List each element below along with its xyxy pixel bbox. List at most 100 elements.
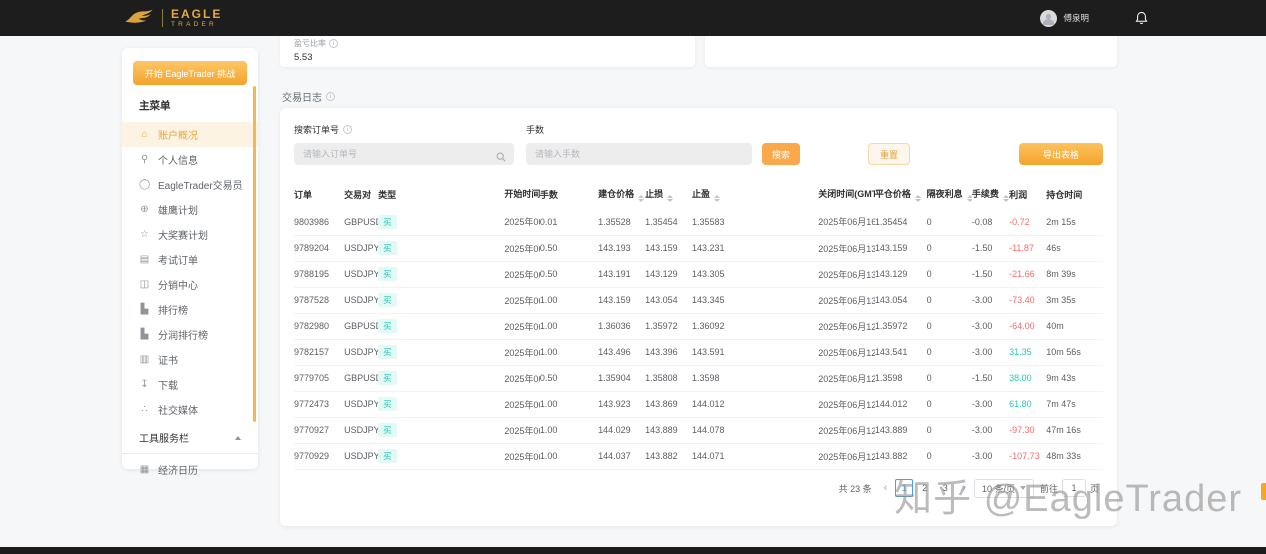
sort-icon[interactable] [714,195,720,202]
cell-close-time: 2025年06月16日 03:08:05 [818,209,875,235]
table-row[interactable]: 9772473 USDJPY 买 2025年06月12日 09:15:38 1.… [294,391,1103,417]
sidebar-item-label: EagleTrader交易员 [158,177,243,192]
sidebar-item[interactable]: ▤ 考试订单 [122,247,258,272]
pagination-total: 共 23 条 [839,482,872,495]
cell-open-time: 2025年06月13日 03:55:44 [504,261,540,287]
cell-type: 买 [378,339,504,365]
avatar[interactable] [1040,10,1057,27]
column-header[interactable]: 手续费 [972,181,1009,209]
table-row[interactable]: 9779705 GBPUSD 买 2025年06月12日 14:20:20 0.… [294,365,1103,391]
column-header[interactable]: 利润 [1009,181,1046,209]
cell-profit: -64.00 [1009,313,1046,339]
cell-close-price: 1.35972 [875,313,927,339]
cell-swap: 0 [927,235,972,261]
start-challenge-button[interactable]: 开始 EagleTrader 挑战 [133,61,247,85]
info-icon[interactable] [343,125,352,134]
user-menu[interactable]: 傅泉明 [1040,10,1089,27]
cell-type: 买 [378,209,504,235]
info-icon[interactable] [329,39,338,48]
cell-profit: -97.30 [1009,417,1046,443]
cell-lots: 1.00 [540,339,598,365]
page-button[interactable]: 3 [936,479,954,497]
sidebar-item[interactable]: ⚲ 个人信息 [122,147,258,172]
cell-close-time: 2025年06月12日 09:23:25 [818,391,875,417]
column-header[interactable]: 手数 [540,181,598,209]
column-header[interactable]: 隔夜利息 [927,181,972,209]
search-button[interactable]: 搜索 [762,143,800,165]
sidebar-item[interactable]: ▙ 排行榜 [122,297,258,322]
table-row[interactable]: 9770927 USDJPY 买 2025年06月12日 06:36:47 1.… [294,417,1103,443]
sidebar-item[interactable]: ⌂ 账户概况 [122,122,258,147]
reset-button[interactable]: 重置 [868,143,910,165]
sidebar-scrollbar[interactable] [253,86,256,422]
sort-icon[interactable] [667,195,673,202]
jump-page-input[interactable] [1062,479,1086,497]
sidebar-item[interactable]: ◯ EagleTrader交易员 [122,172,258,197]
cell-take-profit: 144.012 [692,391,818,417]
lots-input[interactable] [526,143,752,165]
cell-open-time: 2025年06月12日 09:15:38 [504,391,540,417]
page-button[interactable]: 2 [916,479,934,497]
sidebar-section-main: 主菜单 [122,85,258,122]
order-number-input[interactable] [294,143,514,165]
cell-pair: USDJPY [344,391,378,417]
sidebar-item[interactable]: ▦ 经济日历 [122,457,258,482]
cell-pair: USDJPY [344,443,378,469]
column-header[interactable]: 交易对 [344,181,378,209]
cell-open-time: 2025年06月13日 05:04:00 [504,235,540,261]
cell-stop-loss: 143.889 [645,417,692,443]
sidebar-item[interactable]: ↧ 下载 [122,372,258,397]
podium-icon: ▙ [139,329,150,340]
bottom-bar [0,547,1266,554]
column-header[interactable]: 平仓价格 [875,181,927,209]
next-page-button[interactable]: › [960,483,968,494]
column-header[interactable]: 类型 [378,181,504,209]
page-size-select[interactable]: 10 条/页 [974,479,1034,498]
cell-profit: -0.72 [1009,209,1046,235]
column-header[interactable]: 建仓价格 [598,181,645,209]
cell-close-time: 2025年06月12日 07:24:03 [818,417,875,443]
column-header[interactable]: 止盈 [692,181,818,209]
table-row[interactable]: 9787528 USDJPY 买 2025年06月13日 03:25:03 1.… [294,287,1103,313]
table-row[interactable]: 9782980 GBPUSD 买 2025年06月12日 16:17:35 1.… [294,313,1103,339]
sort-icon[interactable] [638,195,644,202]
bell-icon[interactable] [1135,11,1148,25]
sort-icon[interactable] [1003,195,1009,202]
sidebar-item[interactable]: ∴ 社交媒体 [122,397,258,422]
cell-close-time: 2025年06月12日 07:24:04 [818,443,875,469]
column-header[interactable]: 订单 [294,181,344,209]
cell-order: 9803986 [294,209,344,235]
sidebar-section-tools[interactable]: 工具服务栏 [122,422,258,453]
cell-stop-loss: 1.35808 [645,365,692,391]
cell-take-profit: 143.345 [692,287,818,313]
sidebar-item[interactable]: ☆ 大奖赛计划 [122,222,258,247]
column-header[interactable]: 止损 [645,181,692,209]
sidebar-item[interactable]: ▙ 分润排行榜 [122,322,258,347]
sidebar-item[interactable]: ◫ 分销中心 [122,272,258,297]
cell-open-price: 1.35904 [598,365,645,391]
cell-order: 9788195 [294,261,344,287]
table-row[interactable]: 9770929 USDJPY 买 2025年06月12日 06:35:31 1.… [294,443,1103,469]
cell-pair: USDJPY [344,261,378,287]
sidebar-item[interactable]: ▥ 证书 [122,347,258,372]
cell-order: 9770927 [294,417,344,443]
table-row[interactable]: 9782157 USDJPY 买 2025年06月12日 15:55:04 1.… [294,339,1103,365]
search-order-label: 搜索订单号 [294,123,339,136]
side-float-tab[interactable] [1261,483,1266,500]
table-row[interactable]: 9789204 USDJPY 买 2025年06月13日 05:04:00 0.… [294,235,1103,261]
column-header[interactable]: 关闭时间(GMT+2) [818,181,875,209]
sort-icon[interactable] [915,195,921,202]
page-button[interactable]: 1 [895,479,913,497]
brand-name-top: EAGLE [171,8,222,20]
export-table-button[interactable]: 导出表格 [1019,143,1103,165]
cell-pair: USDJPY [344,417,378,443]
column-header[interactable]: 持仓时间 [1046,181,1103,209]
buy-badge: 买 [378,345,397,359]
cell-fee: -0.08 [972,209,1009,235]
column-header[interactable]: 开始时间(GMT+2) [504,181,540,209]
prev-page-button[interactable]: ‹ [882,483,890,494]
table-row[interactable]: 9788195 USDJPY 买 2025年06月13日 03:55:44 0.… [294,261,1103,287]
info-icon[interactable] [326,92,335,101]
sidebar-item[interactable]: ⊕ 雄鹰计划 [122,197,258,222]
table-row[interactable]: 9803986 GBPUSD 买 2025年06月16日 03:05:50 0.… [294,209,1103,235]
